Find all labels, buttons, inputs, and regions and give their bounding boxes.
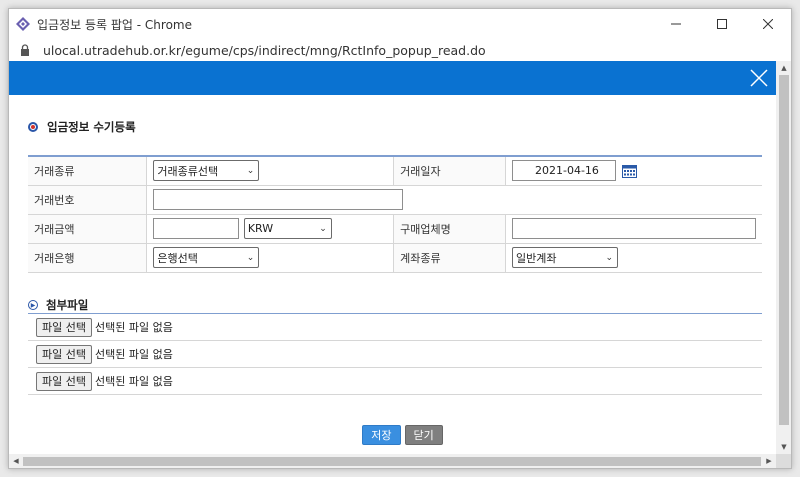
file-select-button[interactable]: 파일 선택 xyxy=(36,344,92,364)
browser-popup-window: 입금정보 등록 팝업 - Chrome ulocal.utradehub.or.… xyxy=(8,8,792,469)
horizontal-scrollbar[interactable]: ◀ ▶ xyxy=(9,454,776,468)
scrollbar-corner xyxy=(776,454,791,468)
popup-close-icon[interactable] xyxy=(748,67,770,89)
attachments-title-text: 첨부파일 xyxy=(46,298,89,312)
app-logo-icon xyxy=(16,17,30,31)
chevron-down-icon: ⌄ xyxy=(319,223,327,234)
file-select-button[interactable]: 파일 선택 xyxy=(36,317,92,337)
buyer-label: 구매업체명 xyxy=(393,214,506,244)
close-icon xyxy=(763,19,773,29)
page-url: ulocal.utradehub.or.kr/egume/cps/indirec… xyxy=(43,42,486,58)
amount-label: 거래금액 xyxy=(28,214,148,244)
amount-input[interactable] xyxy=(153,218,240,239)
address-bar[interactable]: ulocal.utradehub.or.kr/egume/cps/indirec… xyxy=(9,39,791,61)
table-row: 거래종류 거래종류선택 ⌄ 거래일자 2021-04-16 xyxy=(28,156,762,186)
scroll-up-icon[interactable]: ▲ xyxy=(776,61,791,75)
minimize-icon xyxy=(671,23,681,25)
deposit-form-table: 거래종류 거래종류선택 ⌄ 거래일자 2021-04-16 거래번호 거래금액 … xyxy=(28,155,762,273)
chevron-down-icon: ⌄ xyxy=(605,252,613,263)
maximize-icon xyxy=(717,19,727,29)
trade-no-input[interactable] xyxy=(153,189,404,210)
trade-date-label: 거래일자 xyxy=(393,156,506,186)
maximize-button[interactable] xyxy=(699,9,745,39)
table-row: 거래번호 xyxy=(28,185,762,215)
trade-type-value: 거래종류선택 xyxy=(157,164,219,178)
horizontal-scroll-thumb[interactable] xyxy=(23,457,761,466)
trade-type-label: 거래종류 xyxy=(28,156,148,186)
section-bullet-icon xyxy=(28,122,38,132)
attachment-list: 파일 선택 선택된 파일 없음 파일 선택 선택된 파일 없음 파일 선택 선택… xyxy=(28,313,762,395)
account-type-select[interactable]: 일반계좌 ⌄ xyxy=(512,247,618,268)
trade-date-input[interactable]: 2021-04-16 xyxy=(512,160,616,182)
currency-select[interactable]: KRW ⌄ xyxy=(243,218,332,239)
bank-label: 거래은행 xyxy=(28,243,148,273)
bank-value: 은행선택 xyxy=(157,251,198,265)
save-button[interactable]: 저장 xyxy=(362,425,401,445)
trade-no-label: 거래번호 xyxy=(28,185,148,215)
file-select-button[interactable]: 파일 선택 xyxy=(36,371,92,391)
file-status-text: 선택된 파일 없음 xyxy=(94,375,173,388)
chevron-down-icon: ⌄ xyxy=(246,165,255,176)
page-content: 입금정보 수기등록 거래종류 거래종류선택 ⌄ 거래일자 2021-04-16 xyxy=(9,61,776,454)
list-item: 파일 선택 선택된 파일 없음 xyxy=(28,341,762,368)
section-title-deposit: 입금정보 수기등록 xyxy=(28,119,136,135)
account-type-label: 계좌종류 xyxy=(393,243,506,273)
list-item: 파일 선택 선택된 파일 없음 xyxy=(28,368,762,395)
vertical-scrollbar[interactable]: ▲ ▼ xyxy=(776,61,791,454)
trade-type-select[interactable]: 거래종류선택 ⌄ xyxy=(153,160,260,182)
calendar-icon[interactable] xyxy=(621,164,637,179)
window-close-button[interactable] xyxy=(745,9,791,39)
scroll-left-icon[interactable]: ◀ xyxy=(9,454,23,468)
chevron-down-icon: ⌄ xyxy=(246,252,255,263)
vertical-scroll-thumb[interactable] xyxy=(779,75,789,425)
file-status-text: 선택된 파일 없음 xyxy=(94,321,173,334)
close-button[interactable]: 닫기 xyxy=(404,425,443,445)
section-title-attachments: ▶ 첨부파일 xyxy=(28,297,88,313)
lock-icon xyxy=(21,44,29,56)
minimize-button[interactable] xyxy=(653,9,699,39)
bank-select[interactable]: 은행선택 ⌄ xyxy=(153,247,260,268)
window-titlebar: 입금정보 등록 팝업 - Chrome xyxy=(9,9,791,39)
scroll-right-icon[interactable]: ▶ xyxy=(762,454,776,468)
table-row: 거래은행 은행선택 ⌄ 계좌종류 일반계좌 ⌄ xyxy=(28,243,762,273)
action-buttons: 저장 닫기 xyxy=(9,425,776,445)
currency-value: KRW xyxy=(247,222,274,235)
popup-header-bar xyxy=(9,61,776,95)
section-title-text: 입금정보 수기등록 xyxy=(47,120,136,134)
account-type-value: 일반계좌 xyxy=(516,251,557,265)
window-title: 입금정보 등록 팝업 - Chrome xyxy=(37,17,192,32)
file-status-text: 선택된 파일 없음 xyxy=(94,348,173,361)
arrow-bullet-icon: ▶ xyxy=(28,300,38,310)
buyer-input[interactable] xyxy=(512,218,756,239)
list-item: 파일 선택 선택된 파일 없음 xyxy=(28,314,762,341)
table-row: 거래금액 KRW ⌄ 구매업체명 xyxy=(28,214,762,244)
scroll-down-icon[interactable]: ▼ xyxy=(776,440,791,454)
